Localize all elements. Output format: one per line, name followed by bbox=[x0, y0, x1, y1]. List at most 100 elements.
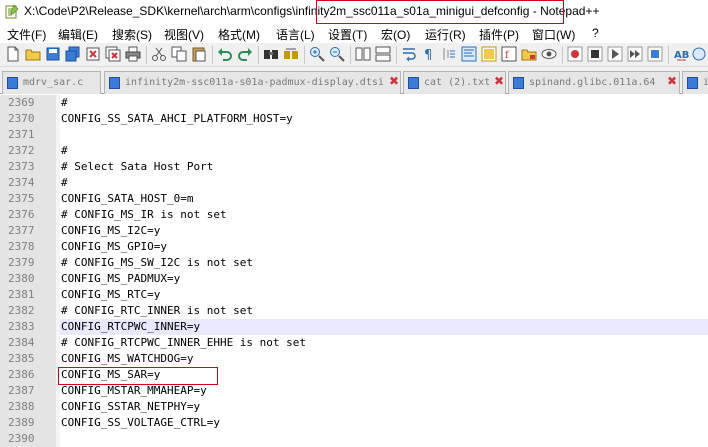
tab-spinand-glibc[interactable]: spinand.glibc.011a.64 ✖ bbox=[508, 71, 680, 94]
code-line[interactable]: 2389 CONFIG_SS_VOLTAGE_CTRL=y bbox=[0, 415, 708, 431]
menu-edit[interactable]: 编辑(E) bbox=[58, 26, 98, 43]
word-wrap-icon[interactable] bbox=[401, 46, 417, 62]
indent-guide-icon[interactable] bbox=[441, 46, 457, 62]
code-line[interactable]: 2372 # bbox=[0, 143, 708, 159]
save-all-icon[interactable] bbox=[65, 46, 81, 62]
line-number: 2382 bbox=[8, 304, 35, 317]
code-line[interactable]: 2390 bbox=[0, 431, 708, 447]
fold-margin bbox=[56, 207, 60, 223]
zoom-out-icon[interactable] bbox=[329, 46, 345, 62]
menu-help[interactable]: ? bbox=[592, 26, 599, 40]
code-line[interactable]: 2381 CONFIG_MS_RTC=y bbox=[0, 287, 708, 303]
tab-close-icon[interactable]: ✖ bbox=[494, 74, 504, 88]
code-line[interactable]: 2370 CONFIG_SS_SATA_AHCI_PLATFORM_HOST=y bbox=[0, 111, 708, 127]
print-icon[interactable] bbox=[125, 46, 141, 62]
code-text: # bbox=[61, 144, 68, 157]
tab-padmux-display-dtsi[interactable]: infinity2m-ssc011a-s01a-padmux-display.d… bbox=[104, 71, 401, 94]
find-icon[interactable] bbox=[263, 46, 279, 62]
code-text: # bbox=[61, 96, 68, 109]
tab-mdrv-sar-c[interactable]: mdrv_sar.c bbox=[2, 71, 101, 94]
toolbar-separator bbox=[304, 46, 305, 64]
code-line[interactable]: 2376 # CONFIG_MS_IR is not set bbox=[0, 207, 708, 223]
code-text: # CONFIG_MS_SW_I2C is not set bbox=[61, 256, 254, 269]
line-number-gutter: 2390 bbox=[0, 431, 56, 447]
code-line[interactable]: 2373 # Select Sata Host Port bbox=[0, 159, 708, 175]
toolbar-separator bbox=[146, 46, 147, 64]
line-number: 2371 bbox=[8, 128, 35, 141]
line-number: 2369 bbox=[8, 96, 35, 109]
code-line[interactable]: 2385 CONFIG_MS_WATCHDOG=y bbox=[0, 351, 708, 367]
line-number-gutter: 2379 bbox=[0, 255, 56, 271]
current-code-line[interactable]: 2383 CONFIG_RTCPWC_INNER=y bbox=[0, 319, 708, 335]
code-line[interactable]: 2371 bbox=[0, 127, 708, 143]
sync-vertical-icon[interactable] bbox=[355, 46, 371, 62]
show-all-chars-icon[interactable]: ¶ bbox=[421, 46, 437, 62]
line-number: 2387 bbox=[8, 384, 35, 397]
code-line[interactable]: 2380 CONFIG_MS_PADMUX=y bbox=[0, 271, 708, 287]
undo-icon[interactable] bbox=[217, 46, 233, 62]
open-file-icon[interactable] bbox=[25, 46, 41, 62]
menu-search[interactable]: 搜索(S) bbox=[112, 26, 152, 43]
menu-format[interactable]: 格式(M) bbox=[218, 26, 260, 43]
code-line[interactable]: 2387 CONFIG_MSTAR_MMAHEAP=y bbox=[0, 383, 708, 399]
stop-macro-icon[interactable] bbox=[587, 46, 603, 62]
launch-browser-icon[interactable] bbox=[691, 46, 707, 62]
tab-cat-2-txt[interactable]: cat (2).txt ✖ bbox=[403, 71, 506, 94]
spell-check-icon[interactable]: AB bbox=[673, 46, 689, 62]
line-number-gutter: 2382 bbox=[0, 303, 56, 319]
menu-file[interactable]: 文件(F) bbox=[7, 26, 46, 43]
line-number-gutter: 2383 bbox=[0, 319, 56, 335]
tab-overflow[interactable]: in bbox=[682, 71, 708, 94]
paste-icon[interactable] bbox=[191, 46, 207, 62]
tab-close-icon[interactable]: ✖ bbox=[389, 74, 399, 88]
record-macro-icon[interactable] bbox=[567, 46, 583, 62]
menu-view[interactable]: 视图(V) bbox=[164, 26, 204, 43]
editor-area[interactable]: 2369 # 2370 CONFIG_SS_SATA_AHCI_PLATFORM_H… bbox=[0, 95, 708, 447]
code-line[interactable]: 2379 # CONFIG_MS_SW_I2C is not set bbox=[0, 255, 708, 271]
code-text: # Select Sata Host Port bbox=[61, 160, 214, 173]
code-line[interactable]: 2375 CONFIG_SATA_HOST_0=m bbox=[0, 191, 708, 207]
zoom-in-icon[interactable] bbox=[309, 46, 325, 62]
code-line[interactable]: 2378 CONFIG_MS_GPIO=y bbox=[0, 239, 708, 255]
menu-run[interactable]: 运行(R) bbox=[425, 26, 466, 43]
save-icon[interactable] bbox=[45, 46, 61, 62]
menu-plugins[interactable]: 插件(P) bbox=[479, 26, 519, 43]
fold-margin bbox=[56, 95, 60, 111]
line-number: 2376 bbox=[8, 208, 35, 221]
user-lang-icon[interactable] bbox=[461, 46, 477, 62]
replace-icon[interactable] bbox=[283, 46, 299, 62]
menu-language[interactable]: 语言(L) bbox=[276, 26, 315, 43]
play-macro-icon[interactable] bbox=[607, 46, 623, 62]
copy-icon[interactable] bbox=[171, 46, 187, 62]
code-line[interactable]: 2369 # bbox=[0, 95, 708, 111]
line-number: 2372 bbox=[8, 144, 35, 157]
code-line[interactable]: 2384 # CONFIG_RTCPWC_INNER_EHHE is not se… bbox=[0, 335, 708, 351]
sync-horizontal-icon[interactable] bbox=[375, 46, 391, 62]
function-list-icon[interactable]: f bbox=[501, 46, 517, 62]
code-line[interactable]: 2388 CONFIG_SSTAR_NETPHY=y bbox=[0, 399, 708, 415]
menu-settings[interactable]: 设置(T) bbox=[328, 26, 367, 43]
close-file-icon[interactable] bbox=[85, 46, 101, 62]
line-number: 2386 bbox=[8, 368, 35, 381]
config-ms-sar-annotation-box bbox=[58, 367, 218, 385]
play-macro-multiple-icon[interactable] bbox=[627, 46, 643, 62]
tab-close-icon[interactable]: ✖ bbox=[667, 74, 677, 88]
menu-macro[interactable]: 宏(O) bbox=[381, 26, 410, 43]
line-number-gutter: 2388 bbox=[0, 399, 56, 415]
line-number: 2385 bbox=[8, 352, 35, 365]
redo-icon[interactable] bbox=[237, 46, 253, 62]
new-file-icon[interactable] bbox=[5, 46, 21, 62]
folder-workspace-icon[interactable] bbox=[521, 46, 537, 62]
doc-map-icon[interactable] bbox=[481, 46, 497, 62]
code-line[interactable]: 2374 # bbox=[0, 175, 708, 191]
save-macro-icon[interactable] bbox=[647, 46, 663, 62]
close-all-icon[interactable] bbox=[105, 46, 121, 62]
svg-text:¶: ¶ bbox=[424, 48, 432, 62]
code-text: # CONFIG_RTC_INNER is not set bbox=[61, 304, 254, 317]
monitoring-icon[interactable] bbox=[541, 46, 557, 62]
code-line[interactable]: 2382 # CONFIG_RTC_INNER is not set bbox=[0, 303, 708, 319]
code-line[interactable]: 2377 CONFIG_MS_I2C=y bbox=[0, 223, 708, 239]
cut-icon[interactable] bbox=[151, 46, 167, 62]
menu-window[interactable]: 窗口(W) bbox=[532, 26, 575, 43]
toolbar: ¶ f AB bbox=[0, 43, 708, 67]
